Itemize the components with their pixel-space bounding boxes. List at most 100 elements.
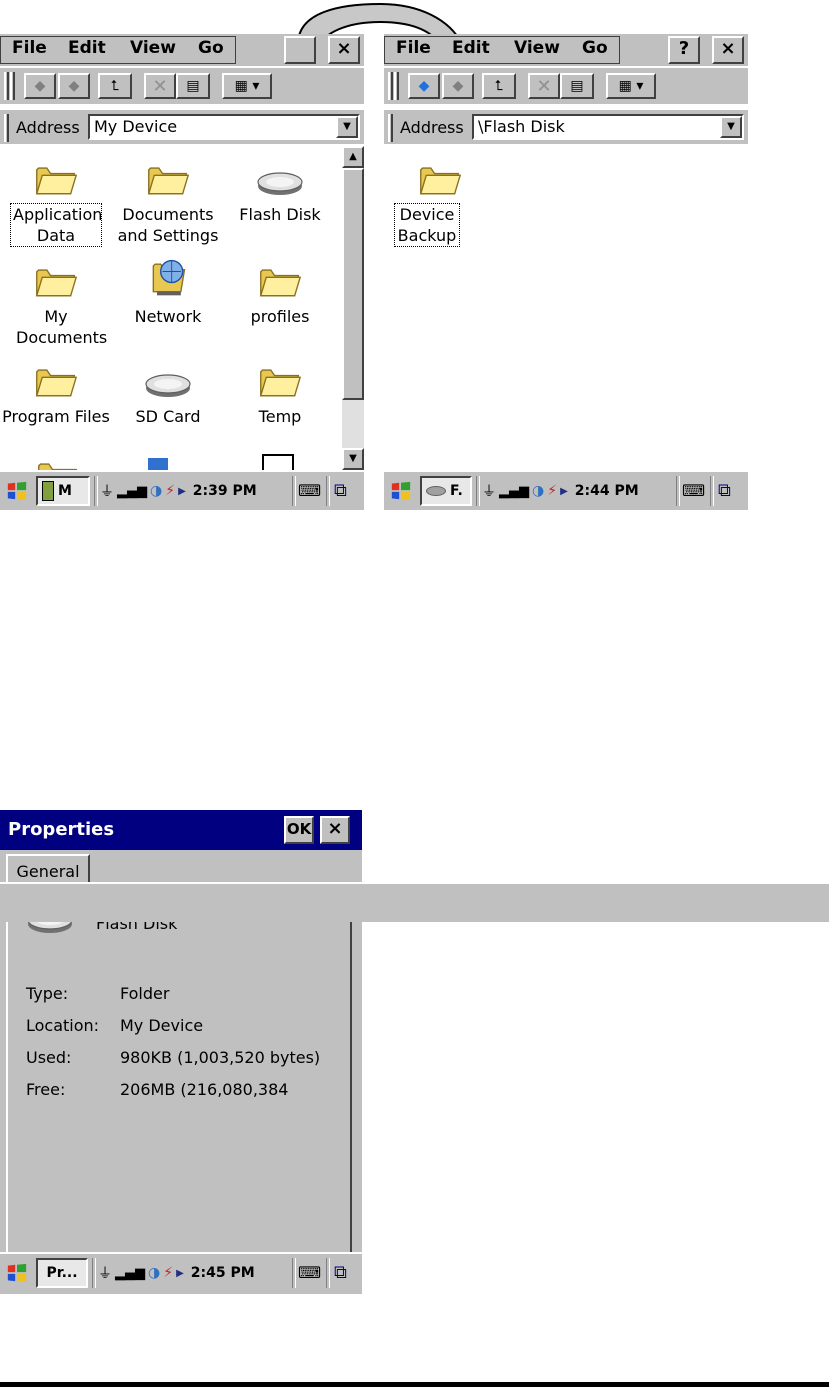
scroll-up-button[interactable]: ▲ xyxy=(342,146,364,168)
address-input[interactable]: \Flash Disk xyxy=(472,114,744,140)
close-button[interactable]: × xyxy=(712,36,744,64)
battery-charging-icon[interactable]: ⚡ xyxy=(163,1265,173,1281)
delete-button[interactable]: ✕ xyxy=(528,73,560,99)
signal-icon[interactable]: ▂▄▆ xyxy=(115,1266,145,1281)
properties-button[interactable]: ▤ xyxy=(176,73,210,99)
property-value: My Device xyxy=(120,1016,204,1035)
clock[interactable]: 2:44 PM xyxy=(575,483,639,499)
item-label: profiles xyxy=(250,307,310,326)
toolbar-grip[interactable] xyxy=(388,72,393,100)
view-menu-button[interactable]: ▦ ▾ xyxy=(606,73,656,99)
close-button[interactable]: × xyxy=(320,816,350,844)
folder-icon xyxy=(34,160,78,198)
property-key: Used: xyxy=(26,1048,72,1067)
up-folder-button[interactable]: ⮤ xyxy=(98,73,132,99)
folder-icon xyxy=(418,160,462,198)
menu-edit[interactable]: Edit xyxy=(452,38,490,58)
desktop-icon[interactable]: ⧉ xyxy=(334,480,347,501)
address-label: Address xyxy=(16,118,80,137)
address-dropdown-button[interactable]: ▼ xyxy=(720,116,742,138)
start-icon[interactable] xyxy=(390,480,412,502)
back-button[interactable]: ◆ xyxy=(408,73,440,99)
menu-go[interactable]: Go xyxy=(582,38,608,58)
signal-icon[interactable]: ▂▄▆ xyxy=(499,484,529,499)
network-icon xyxy=(146,254,190,300)
taskbar-separator xyxy=(94,476,98,506)
back-button[interactable]: ◆ xyxy=(24,73,56,99)
address-grip xyxy=(4,114,9,142)
list-item-program-files[interactable]: Program Files xyxy=(0,352,112,427)
keyboard-icon[interactable]: ⌨ xyxy=(682,481,705,500)
delete-button[interactable]: ✕ xyxy=(144,73,176,99)
desktop-icon[interactable]: ⧉ xyxy=(334,1262,347,1283)
connection-icon[interactable]: ◑ xyxy=(532,483,544,499)
list-item-sd-card[interactable]: SD Card xyxy=(112,352,224,427)
toolbar-grip[interactable] xyxy=(4,72,9,100)
menu-view[interactable]: View xyxy=(130,38,176,58)
menu-file[interactable]: File xyxy=(396,38,431,58)
signal-icon[interactable]: ▂▄▆ xyxy=(117,484,147,499)
battery-charging-icon[interactable]: ⚡ xyxy=(547,483,557,499)
connection-icon[interactable]: ◑ xyxy=(150,483,162,499)
start-icon[interactable] xyxy=(6,1262,28,1284)
list-item-temp[interactable]: Temp xyxy=(224,352,336,427)
taskbar-task-button[interactable]: Pr... xyxy=(36,1258,88,1288)
battery-charging-icon[interactable]: ⚡ xyxy=(165,483,175,499)
list-item-documents-and-settings[interactable]: Documents and Settings xyxy=(112,150,224,246)
menu-view[interactable]: View xyxy=(514,38,560,58)
list-item-my-documents[interactable]: My Documents xyxy=(0,252,112,348)
forward-button[interactable]: ◆ xyxy=(442,73,474,99)
list-view-icon: ▦ ▾ xyxy=(234,78,260,94)
keyboard-icon[interactable]: ⌨ xyxy=(298,481,321,500)
item-label: SD Card xyxy=(135,407,201,426)
taskbar-task-button[interactable]: F. xyxy=(420,476,472,506)
file-explorer-flash-disk: File Edit View Go ? × ◆ ◆ ⮤ ✕ ▤ ▦ ▾ Addr… xyxy=(384,34,748,512)
menu-go[interactable]: Go xyxy=(198,38,224,58)
menu-edit[interactable]: Edit xyxy=(68,38,106,58)
help-button[interactable]: ? xyxy=(668,36,700,64)
address-input[interactable]: My Device xyxy=(88,114,360,140)
tray-expand-icon[interactable]: ▶ xyxy=(178,486,186,497)
scroll-down-button[interactable]: ▼ xyxy=(342,448,364,470)
taskbar-task-button[interactable]: M xyxy=(36,476,90,506)
clock[interactable]: 2:39 PM xyxy=(193,483,257,499)
properties-button[interactable]: ▤ xyxy=(560,73,594,99)
usb-icon[interactable]: ⏚ xyxy=(98,1263,112,1283)
start-icon[interactable] xyxy=(6,480,28,502)
menu-bar: File Edit View Go × xyxy=(0,34,364,66)
property-key: Free: xyxy=(26,1080,66,1099)
up-folder-icon: ⮤ xyxy=(494,78,504,94)
view-menu-button[interactable]: ▦ ▾ xyxy=(222,73,272,99)
properties-icon: ▤ xyxy=(570,78,584,94)
menu-file[interactable]: File xyxy=(12,38,47,58)
list-item-profiles[interactable]: profiles xyxy=(224,252,336,327)
delete-icon: ✕ xyxy=(536,75,552,97)
clock[interactable]: 2:45 PM xyxy=(191,1265,255,1281)
scroll-thumb[interactable] xyxy=(342,168,364,400)
desktop-icon[interactable]: ⧉ xyxy=(718,480,731,501)
vertical-scrollbar[interactable]: ▲ ▼ xyxy=(342,146,364,470)
help-button[interactable] xyxy=(284,36,316,64)
up-folder-button[interactable]: ⮤ xyxy=(482,73,516,99)
forward-button[interactable]: ◆ xyxy=(58,73,90,99)
list-item-application-data[interactable]: Application Data xyxy=(0,150,112,247)
list-item-network[interactable]: Network xyxy=(112,252,224,327)
keyboard-icon[interactable]: ⌨ xyxy=(298,1263,321,1282)
forward-arrow-icon: ◆ xyxy=(68,78,80,94)
address-label: Address xyxy=(400,118,464,137)
connection-icon[interactable]: ◑ xyxy=(148,1265,160,1281)
chevron-down-icon: ▼ xyxy=(343,121,351,132)
close-button[interactable]: × xyxy=(328,36,360,64)
usb-icon[interactable]: ⏚ xyxy=(482,481,496,501)
ok-button[interactable]: OK xyxy=(284,816,314,844)
usb-icon[interactable]: ⏚ xyxy=(100,481,114,501)
list-item-device-backup[interactable]: Device Backup xyxy=(384,150,496,247)
tray-expand-icon[interactable]: ▶ xyxy=(176,1268,184,1279)
properties-dialog: Properties OK × General Flash Disk Type:… xyxy=(0,810,829,1294)
address-dropdown-button[interactable]: ▼ xyxy=(336,116,358,138)
system-tray: ⏚ ▂▄▆ ◑ ⚡ ▶ 2:39 PM xyxy=(100,476,257,506)
taskbar-separator xyxy=(326,476,330,506)
folder-icon xyxy=(258,362,302,400)
list-item-flash-disk[interactable]: Flash Disk xyxy=(224,150,336,225)
tray-expand-icon[interactable]: ▶ xyxy=(560,486,568,497)
